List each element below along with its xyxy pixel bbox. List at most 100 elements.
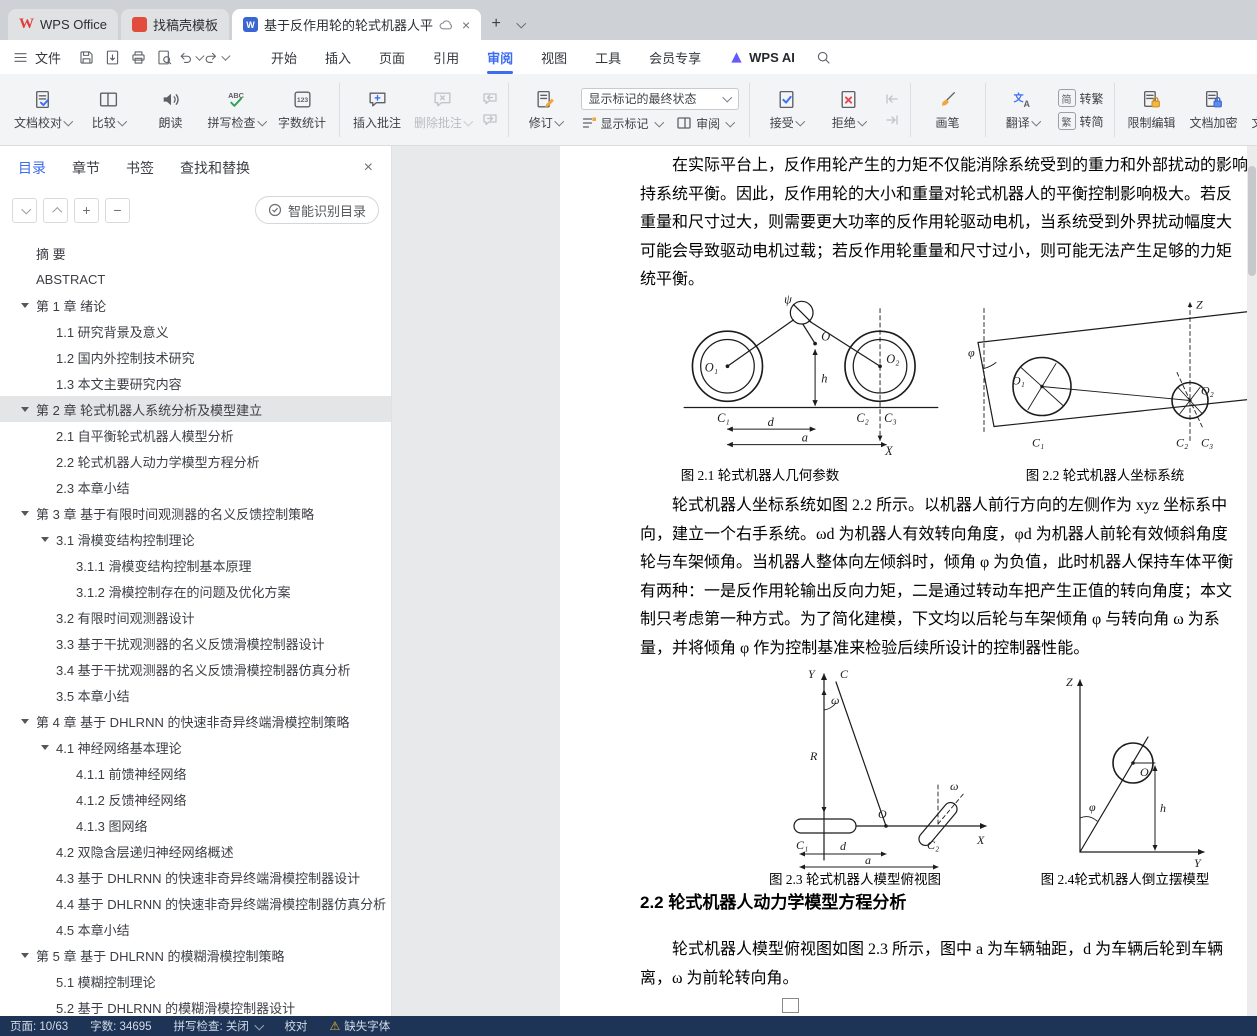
toc-item[interactable]: 2.3 本章小结	[0, 474, 391, 500]
toc-item[interactable]: 4.3 基于 DHLRNN 的快速非奇异终端滑模控制器设计	[0, 864, 391, 890]
collapse-arrow-icon[interactable]	[21, 510, 29, 516]
print-preview-button[interactable]	[151, 44, 177, 70]
document-tab[interactable]: W 基于反作用轮的轮式机器人平 ×	[231, 9, 482, 40]
toc-item[interactable]: 4.1 神经网络基本理论	[0, 734, 391, 760]
new-tab-button[interactable]: +	[484, 12, 508, 36]
tab-toc[interactable]: 目录	[18, 158, 46, 178]
menu-tab-工具[interactable]: 工具	[581, 40, 635, 74]
accept-button[interactable]: 接受	[757, 87, 817, 133]
redo-button[interactable]	[203, 44, 231, 70]
collapse-arrow-icon[interactable]	[21, 952, 29, 958]
proofread-button[interactable]: 校对	[284, 1018, 307, 1034]
next-change-button[interactable]	[884, 112, 900, 128]
toc-item[interactable]: 3.1.1 滑模变结构控制基本原理	[0, 552, 391, 578]
toc-item[interactable]: 3.1 滑模变结构控制理论	[0, 526, 391, 552]
toc-item[interactable]: 4.5 本章小结	[0, 916, 391, 942]
next-comment-button[interactable]	[482, 112, 498, 128]
close-sidebar-icon[interactable]: ×	[364, 159, 373, 177]
export-pdf-button[interactable]	[99, 44, 125, 70]
review-pane-button[interactable]: 审阅	[676, 115, 735, 132]
expand-all-button[interactable]	[12, 197, 37, 223]
page-indicator[interactable]: 页面: 10/63	[10, 1018, 68, 1034]
spellcheck-button[interactable]: ABC 拼写检查	[203, 87, 271, 133]
tab-list-button[interactable]	[508, 12, 532, 36]
show-markup-button[interactable]: 显示标记	[581, 115, 664, 132]
toc-item[interactable]: 4.1.3 图网络	[0, 812, 391, 838]
missing-font-warning[interactable]: ⚠ 缺失字体	[329, 1018, 390, 1034]
delete-comment-button[interactable]: 删除批注	[409, 87, 477, 133]
toc-item[interactable]: 1.1 研究背景及意义	[0, 318, 391, 344]
print-button[interactable]	[125, 44, 151, 70]
save-button[interactable]	[73, 44, 99, 70]
toc-item[interactable]: 第 5 章 基于 DHLRNN 的模糊滑模控制策略	[0, 942, 391, 968]
word-count-indicator[interactable]: 字数: 34695	[90, 1018, 151, 1034]
collapse-arrow-icon[interactable]	[21, 718, 29, 724]
read-aloud-button[interactable]: 朗读	[141, 87, 201, 133]
menu-tab-开始[interactable]: 开始	[257, 40, 311, 74]
toc-item[interactable]: 第 4 章 基于 DHLRNN 的快速非奇异终端滑模控制策略	[0, 708, 391, 734]
toc-item[interactable]: ABSTRACT	[0, 266, 391, 292]
traditional-to-simplified-button[interactable]: 繁 转简	[1057, 112, 1104, 130]
chevron-down-icon[interactable]	[221, 51, 231, 61]
toc-item[interactable]: 3.2 有限时间观测器设计	[0, 604, 391, 630]
menu-tab-会员专享[interactable]: 会员专享	[635, 40, 715, 74]
collapse-level-button[interactable]: −	[105, 197, 130, 223]
toc-item[interactable]: 5.2 基于 DHLRNN 的模糊滑模控制器设计	[0, 994, 391, 1016]
previous-change-button[interactable]	[884, 91, 900, 107]
collapse-arrow-icon[interactable]	[21, 302, 29, 308]
menu-tab-审阅[interactable]: 审阅	[473, 40, 527, 74]
tab-chapters[interactable]: 章节	[72, 158, 100, 178]
markup-state-combobox[interactable]: 显示标记的最终状态	[580, 87, 739, 110]
toc-item[interactable]: 3.4 基于干扰观测器的名义反馈滑模控制器仿真分析	[0, 656, 391, 682]
wps-ai-button[interactable]: WPS AI	[729, 50, 795, 65]
smart-toc-button[interactable]: 智能识别目录	[254, 196, 379, 224]
expand-level-button[interactable]: +	[74, 197, 99, 223]
wps-home-tab[interactable]: W WPS Office	[8, 9, 118, 40]
encrypt-button[interactable]: 文档加密	[1184, 87, 1244, 133]
vertical-scrollbar[interactable]	[1247, 146, 1257, 1016]
toc-item[interactable]: 2.2 轮式机器人动力学模型方程分析	[0, 448, 391, 474]
translate-button[interactable]: 文 A 翻译	[993, 87, 1053, 133]
doc-proof-button[interactable]: 文档校对	[9, 87, 77, 133]
toc-item[interactable]: 4.4 基于 DHLRNN 的快速非奇异终端滑模控制器仿真分析	[0, 890, 391, 916]
insert-comment-button[interactable]: 插入批注	[347, 87, 407, 133]
template-tab[interactable]: 找稿壳模板	[120, 9, 229, 40]
toc-item[interactable]: 4.1.2 反馈神经网络	[0, 786, 391, 812]
toc-item[interactable]: 摘 要	[0, 240, 391, 266]
restrict-edit-button[interactable]: 限制编辑	[1122, 87, 1182, 133]
document-page[interactable]: 在实际平台上，反作用轮产生的力矩不仅能消除系统受到的重力和外部扰动的影响， 持系统…	[560, 146, 1257, 1016]
toc-item[interactable]: 1.3 本文主要研究内容	[0, 370, 391, 396]
track-changes-button[interactable]: 修订	[516, 87, 576, 133]
compare-button[interactable]: 比较	[79, 87, 139, 133]
brush-button[interactable]: 画笔	[918, 87, 978, 133]
toc-item[interactable]: 5.1 模糊控制理论	[0, 968, 391, 994]
menu-tab-视图[interactable]: 视图	[527, 40, 581, 74]
menu-tab-页面[interactable]: 页面	[365, 40, 419, 74]
finalize-button[interactable]: 文档定稿	[1246, 87, 1257, 133]
toc-item[interactable]: 3.3 基于干扰观测器的名义反馈滑模控制器设计	[0, 630, 391, 656]
toc-item[interactable]: 第 3 章 基于有限时间观测器的名义反馈控制策略	[0, 500, 391, 526]
toc-item[interactable]: 第 2 章 轮式机器人系统分析及模型建立	[0, 396, 391, 422]
reject-button[interactable]: 拒绝	[819, 87, 879, 133]
tab-find-replace[interactable]: 查找和替换	[180, 158, 250, 178]
collapse-arrow-icon[interactable]	[21, 406, 29, 412]
collapse-arrow-icon[interactable]	[41, 536, 49, 542]
undo-button[interactable]	[177, 44, 205, 70]
simplified-to-traditional-button[interactable]: 简 转繁	[1057, 89, 1104, 107]
collapse-arrow-icon[interactable]	[41, 744, 49, 750]
toc-item[interactable]: 4.2 双隐含层递归神经网络概述	[0, 838, 391, 864]
toc-item[interactable]: 2.1 自平衡轮式机器人模型分析	[0, 422, 391, 448]
search-button[interactable]	[811, 44, 837, 70]
scrollbar-thumb[interactable]	[1248, 166, 1256, 276]
toc-item[interactable]: 3.5 本章小结	[0, 682, 391, 708]
menu-tab-插入[interactable]: 插入	[311, 40, 365, 74]
toc-item[interactable]: 4.1.1 前馈神经网络	[0, 760, 391, 786]
close-tab-icon[interactable]: ×	[462, 17, 470, 33]
tab-bookmarks[interactable]: 书签	[126, 158, 154, 178]
word-count-button[interactable]: 123 字数统计	[272, 87, 332, 133]
spellcheck-indicator[interactable]: 拼写检查: 关闭	[174, 1018, 264, 1034]
toc-item[interactable]: 3.1.2 滑模控制存在的问题及优化方案	[0, 578, 391, 604]
toc-item[interactable]: 第 1 章 绪论	[0, 292, 391, 318]
collapse-all-button[interactable]	[43, 197, 68, 223]
menu-tab-引用[interactable]: 引用	[419, 40, 473, 74]
